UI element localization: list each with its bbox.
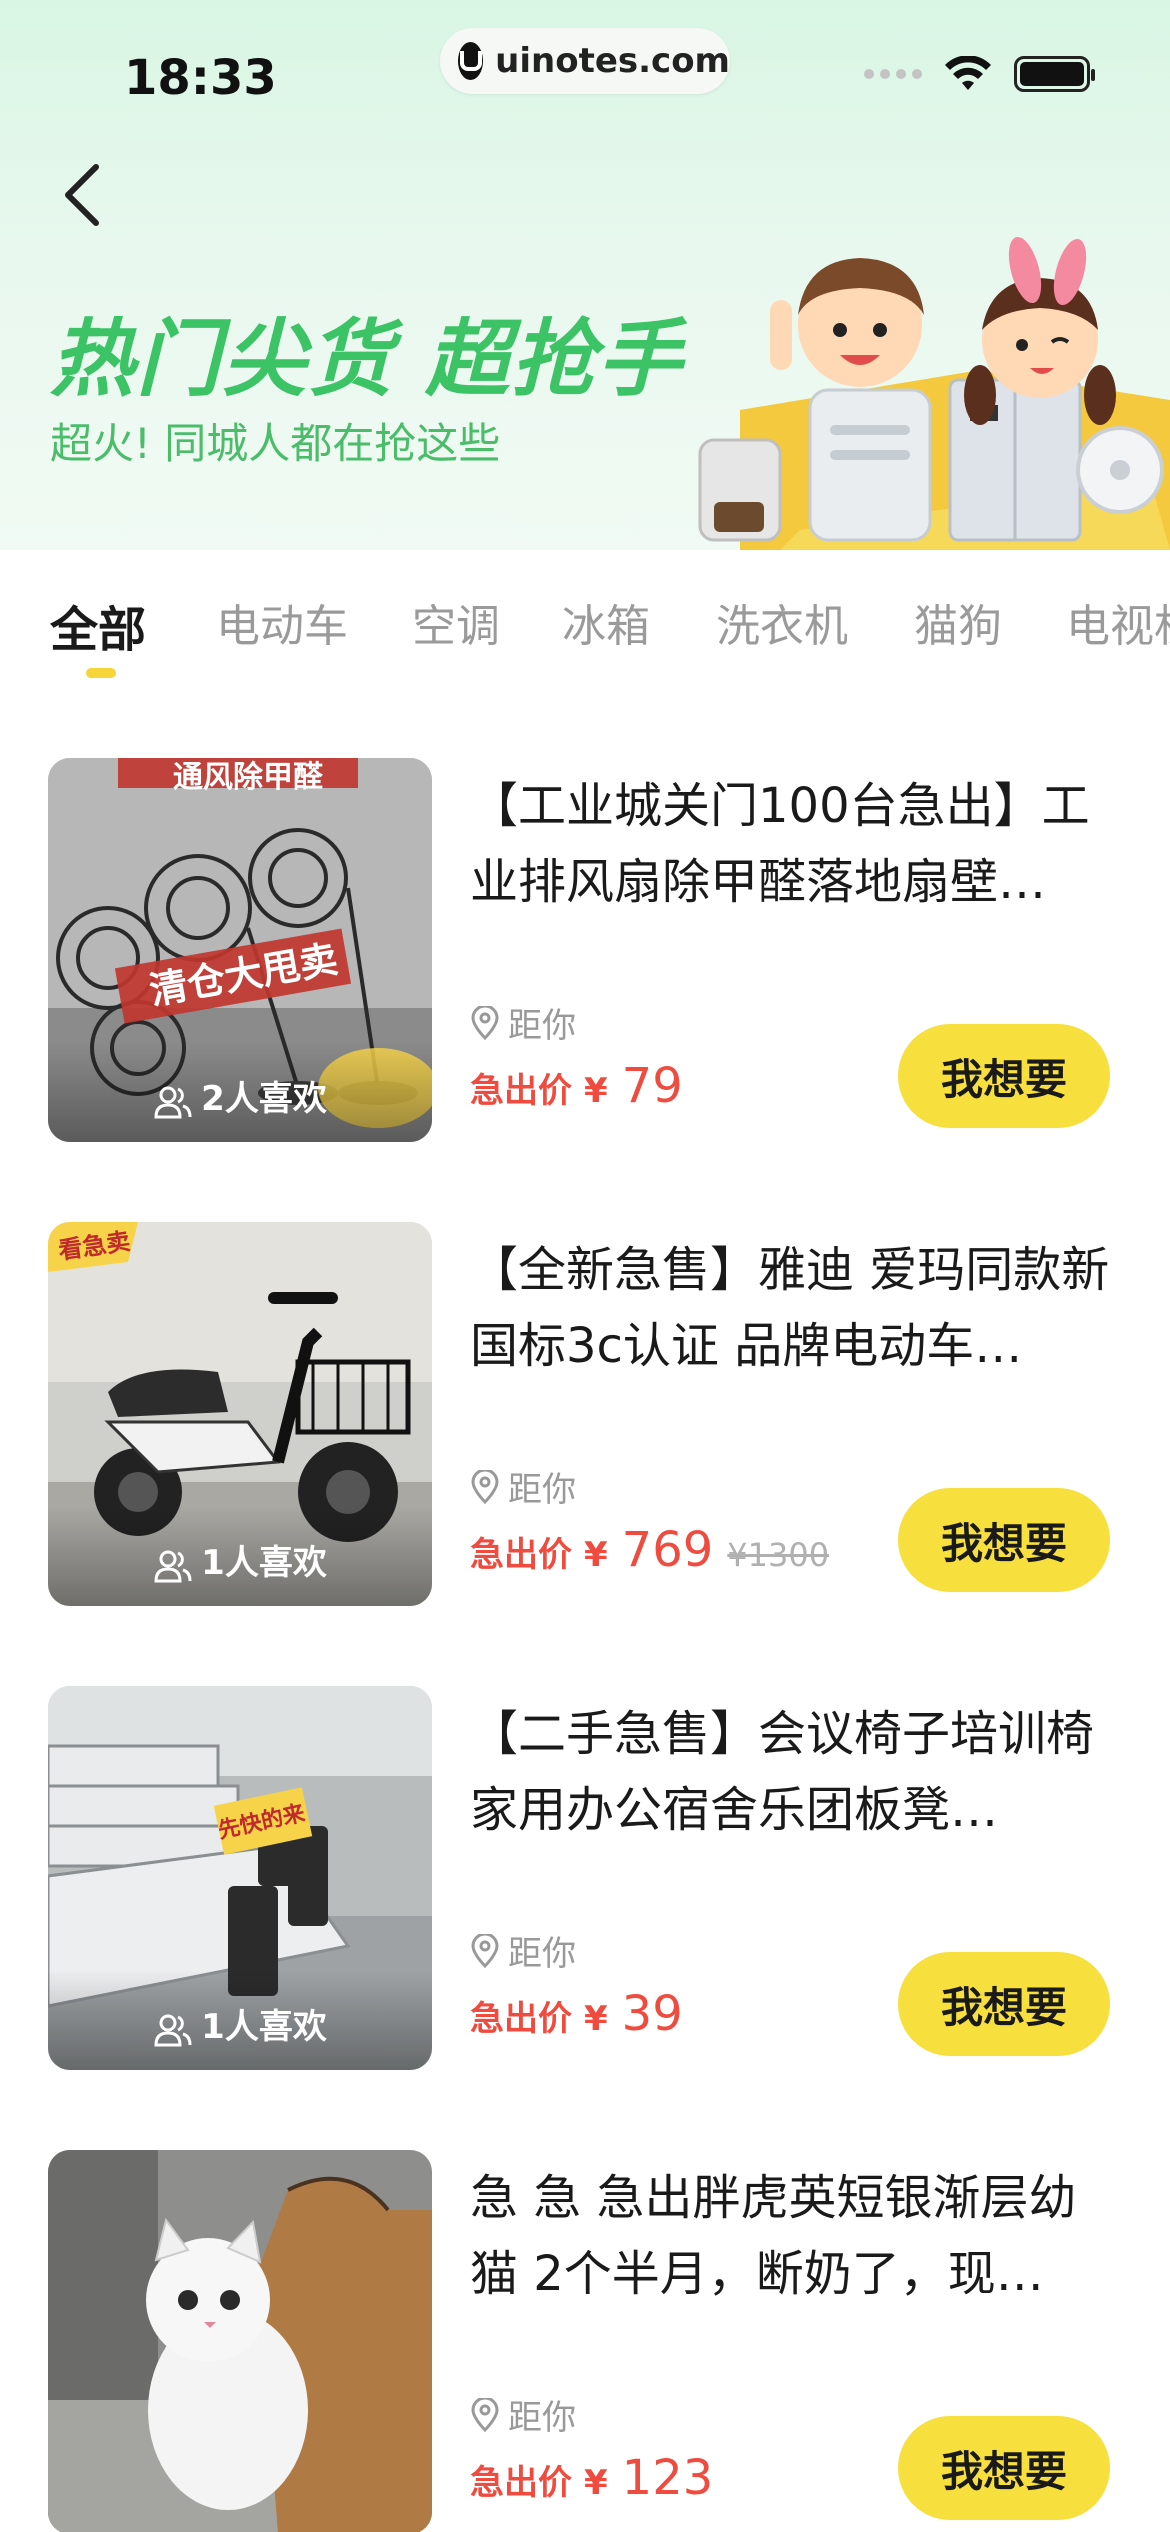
signal-icon [864, 69, 922, 79]
list-item[interactable]: 通风除甲醛 清仓大甩卖 2人喜欢 【工业城关门100台急出】工业排风扇除甲醛落地… [0, 758, 1170, 1158]
distance-text: 距你 [508, 1006, 576, 1046]
people-icon [154, 1550, 192, 1583]
original-price: ¥1300 [727, 1536, 830, 1574]
likes-count: 2人喜欢 [201, 1079, 327, 1119]
price-row: 急出价 ¥ 79 [470, 1058, 683, 1114]
status-icons [864, 56, 1095, 92]
item-title[interactable]: 急 急 急出胖虎英短银渐层幼猫 2个半月，断奶了，现… [470, 2160, 1120, 2312]
likes-badge: 1人喜欢 [48, 1506, 432, 1606]
location-icon [471, 2397, 499, 2432]
kitten-image [48, 2150, 432, 2532]
status-time: 18:33 [124, 50, 277, 106]
item-distance: 距你 [470, 1926, 576, 1975]
url-text: uinotes.com [495, 41, 730, 81]
price-value: 79 [621, 1058, 683, 1114]
likes-badge: 1人喜欢 [48, 1970, 432, 2070]
location-icon [471, 1469, 499, 1504]
price-currency: ¥ [584, 1071, 608, 1111]
price-label: 急出价 [470, 2463, 572, 2503]
hero-subtitle: 超火! 同城人都在抢这些 [50, 419, 501, 468]
item-distance: 距你 [470, 1462, 576, 1511]
price-label: 急出价 [470, 1999, 572, 2039]
tab-ebike[interactable]: 电动车 [216, 590, 348, 654]
price-row: 急出价 ¥ 769 ¥1300 [470, 1522, 829, 1578]
tab-washer[interactable]: 洗衣机 [716, 590, 848, 654]
price-label: 急出价 [470, 1535, 572, 1575]
location-icon [471, 1005, 499, 1040]
distance-text: 距你 [508, 1470, 576, 1510]
thumb-top-text: 通风除甲醛 [173, 760, 323, 795]
hero-title: 热门尖货 超抢手 [50, 310, 684, 408]
tab-pets[interactable]: 猫狗 [914, 590, 1002, 654]
back-button[interactable] [52, 160, 112, 230]
item-thumbnail[interactable]: 先快的来 1人喜欢 [48, 1686, 432, 2070]
price-row: 急出价 ¥ 39 [470, 1986, 683, 2042]
price-value: 39 [621, 1986, 683, 2042]
location-icon [471, 1933, 499, 1968]
category-tabs: 全部 电动车 空调 冰箱 洗衣机 猫狗 电视机 [0, 550, 1170, 690]
want-button[interactable]: 我想要 [898, 2416, 1110, 2520]
item-distance: 距你 [470, 998, 576, 1047]
tab-all[interactable]: 全部 [50, 590, 146, 660]
battery-icon [1014, 56, 1095, 92]
tab-aircon[interactable]: 空调 [412, 590, 500, 654]
people-icon [154, 2014, 192, 2047]
list-item[interactable]: 急 急 急出胖虎英短银渐层幼猫 2个半月，断奶了，现… 距你 急出价 ¥ 123… [0, 2150, 1170, 2532]
item-title[interactable]: 【全新急售】雅迪 爱玛同款新国标3c认证 品牌电动车… [470, 1232, 1120, 1384]
tab-fridge[interactable]: 冰箱 [562, 590, 650, 654]
item-thumbnail[interactable]: 通风除甲醛 清仓大甩卖 2人喜欢 [48, 758, 432, 1142]
price-row: 急出价 ¥ 123 [470, 2450, 713, 2506]
price-currency: ¥ [584, 1535, 608, 1575]
price-value: 123 [621, 2450, 714, 2506]
tab-tv[interactable]: 电视机 [1066, 590, 1170, 654]
list-item[interactable]: 先快的来 1人喜欢 【二手急售】会议椅子培训椅家用办公宿舍乐团板凳… 距你 急出… [0, 1686, 1170, 2086]
item-distance: 距你 [470, 2390, 576, 2439]
likes-count: 1人喜欢 [201, 1543, 327, 1583]
price-currency: ¥ [584, 2463, 608, 2503]
want-button[interactable]: 我想要 [898, 1952, 1110, 2056]
people-icon [154, 1086, 192, 1119]
want-button[interactable]: 我想要 [898, 1488, 1110, 1592]
wifi-icon [945, 56, 991, 90]
active-tab-indicator [86, 668, 116, 678]
url-pill[interactable]: uinotes.com [440, 28, 730, 94]
header-banner: 18:33 uinotes.com 热门尖货 超抢手 超火! 同城人都在抢这些 [0, 0, 1170, 550]
likes-count: 1人喜欢 [201, 2007, 327, 2047]
want-button[interactable]: 我想要 [898, 1024, 1110, 1128]
item-title[interactable]: 【二手急售】会议椅子培训椅家用办公宿舍乐团板凳… [470, 1696, 1120, 1848]
price-currency: ¥ [584, 1999, 608, 2039]
item-thumbnail[interactable]: 看急卖 1人喜欢 [48, 1222, 432, 1606]
list-item[interactable]: 看急卖 1人喜欢 【全新急售】雅迪 爱玛同款新国标3c认证 品牌电动车… 距你 … [0, 1222, 1170, 1622]
distance-text: 距你 [508, 1934, 576, 1974]
price-value: 769 [621, 1522, 714, 1578]
item-thumbnail[interactable] [48, 2150, 432, 2532]
distance-text: 距你 [508, 2398, 576, 2438]
likes-badge: 2人喜欢 [48, 1042, 432, 1142]
hero-illustration [698, 236, 1170, 550]
chevron-left-icon [65, 164, 99, 226]
price-label: 急出价 [470, 1071, 572, 1111]
site-logo-icon [458, 42, 484, 80]
item-title[interactable]: 【工业城关门100台急出】工业排风扇除甲醛落地扇壁… [470, 768, 1120, 920]
